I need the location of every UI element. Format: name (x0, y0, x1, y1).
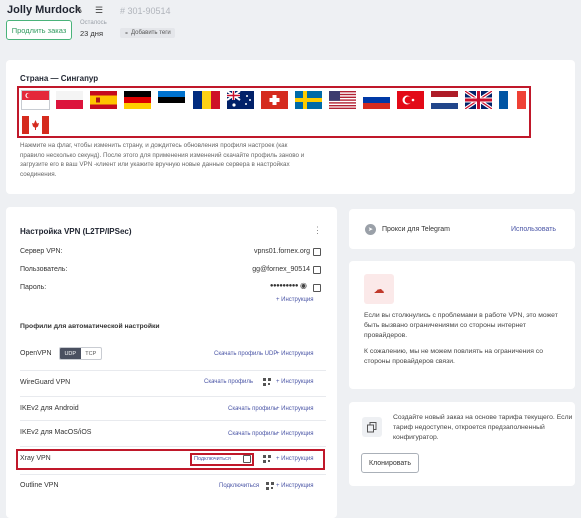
eye-icon[interactable]: ◉ (300, 281, 307, 290)
telegram-proxy-label: Прокси для Telegram (382, 226, 451, 233)
profiles-title: Профили для автоматической настройки (20, 323, 160, 330)
user-label: Пользователь: (20, 266, 68, 273)
server-value: vpns01.fornex.org (253, 248, 310, 255)
profile-name: IKEv2 для Android (20, 405, 79, 412)
password-value: ●●●●●●●●● (269, 283, 299, 289)
flag-netherlands[interactable] (431, 91, 459, 109)
qr-code-icon[interactable] (266, 482, 274, 490)
warning-text: Если вы столкнулись с проблемами в работ… (364, 311, 564, 367)
flag-france[interactable] (499, 91, 527, 109)
flag-germany[interactable] (124, 91, 152, 109)
tag-icon: ⚬ (124, 30, 130, 37)
telegram-icon: ➤ (365, 224, 376, 235)
flag-usa[interactable] (328, 91, 356, 109)
profile-name: OpenVPN (20, 350, 52, 357)
order-number: # 301-90514 (120, 6, 171, 16)
tcp-option[interactable]: TCP (81, 348, 102, 359)
country-hint: Нажмите на флаг, чтобы изменить страну, … (20, 142, 305, 178)
edit-icon[interactable]: ✎ (72, 3, 86, 17)
password-label: Пароль: (20, 284, 47, 291)
server-label: Сервер VPN: (20, 248, 63, 255)
list-icon[interactable]: ☰ (92, 3, 106, 17)
profile-name: WireGuard VPN (20, 379, 71, 386)
warning-paragraph: К сожалению, мы не можем повлиять на огр… (364, 348, 544, 365)
instructions-link[interactable]: + Инструкция (276, 431, 313, 437)
divider (20, 420, 326, 421)
more-icon[interactable]: ⋮ (313, 225, 322, 236)
protocol-toggle[interactable]: UDP TCP (59, 347, 102, 360)
flag-spain[interactable] (90, 91, 118, 109)
flag-russia[interactable] (363, 91, 390, 109)
flag-estonia[interactable] (158, 91, 186, 109)
instructions-link[interactable]: + Инструкция (276, 351, 313, 357)
udp-option[interactable]: UDP (60, 348, 81, 359)
profile-name: Outline VPN (20, 482, 59, 489)
copy-icon[interactable] (313, 284, 321, 292)
download-profile-link[interactable]: Скачать профиль (228, 431, 277, 437)
qr-code-icon[interactable] (263, 378, 271, 386)
flag-switzerland[interactable] (260, 91, 288, 109)
instructions-link[interactable]: + Инструкция (276, 379, 313, 385)
warning-paragraph: Если вы столкнулись с проблемами в работ… (364, 312, 558, 339)
flag-singapore[interactable] (21, 90, 50, 110)
flag-sweden[interactable] (294, 91, 322, 109)
profile-name: IKEv2 для MacOS/iOS (20, 429, 92, 436)
clone-description: Создайте новый заказ на основе тарифа те… (393, 414, 573, 441)
download-profile-link[interactable]: Скачать профиль UDP (214, 351, 277, 357)
profile-name: Xray VPN (20, 455, 51, 462)
connect-link[interactable]: Подключиться (194, 456, 231, 462)
copy-icon[interactable] (243, 455, 251, 463)
divider (20, 474, 326, 475)
client-name: Jolly Murdock (7, 4, 81, 16)
download-profile-link[interactable]: Скачать профиль (204, 379, 253, 385)
flag-turkey[interactable] (397, 91, 425, 109)
copy-icon[interactable] (313, 266, 321, 274)
add-tags-label: Добавить теги (131, 30, 171, 36)
time-left-label: Осталось (80, 20, 107, 26)
instructions-link[interactable]: + Инструкция (276, 406, 313, 412)
divider (20, 370, 326, 371)
copy-icon[interactable] (313, 248, 321, 256)
renew-order-button[interactable]: Продлить заказ (6, 20, 72, 40)
flag-poland[interactable] (56, 91, 84, 109)
vpn-title: Настройка VPN (L2TP/IPSec) (20, 227, 132, 236)
divider (20, 446, 326, 447)
clone-button[interactable]: Клонировать (361, 453, 419, 473)
user-value: gg@fornex_90514 (252, 266, 310, 273)
flag-romania[interactable] (192, 91, 220, 109)
divider (20, 396, 326, 397)
connect-link[interactable]: Подключиться (219, 483, 259, 489)
download-profile-link[interactable]: Скачать профиль (228, 406, 277, 412)
flag-australia[interactable] (226, 91, 254, 109)
instructions-link[interactable]: + Инструкция (276, 483, 313, 489)
add-tags-button[interactable]: ⚬ Добавить теги (120, 28, 175, 38)
instructions-link[interactable]: + Инструкция (276, 456, 313, 462)
flag-canada[interactable] (22, 116, 49, 134)
cloud-alert-icon: ☁ (364, 274, 394, 304)
instructions-link[interactable]: + Инструкция (276, 297, 313, 303)
qr-code-icon[interactable] (263, 455, 271, 463)
clone-icon (362, 417, 382, 437)
flag-uk[interactable] (465, 91, 493, 109)
time-left-value: 23 дня (80, 29, 104, 38)
country-title: Страна — Сингапур (20, 74, 99, 83)
use-proxy-link[interactable]: Использовать (511, 226, 556, 233)
